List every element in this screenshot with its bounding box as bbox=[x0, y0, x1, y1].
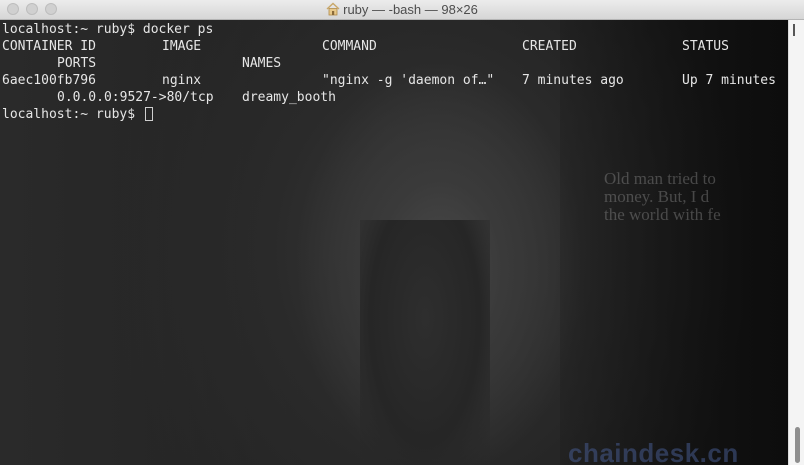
window-title-wrap: ruby — -bash — 98×26 bbox=[0, 1, 804, 18]
header-line: CONTAINER ID IMAGE COMMAND CREATED STATU… bbox=[2, 38, 788, 55]
header-container-id: CONTAINER ID bbox=[2, 39, 96, 54]
background-quote: Old man tried to money. But, I d the wor… bbox=[604, 170, 788, 224]
terminal-window: ruby — -bash — 98×26 Old man tried to mo… bbox=[0, 0, 804, 465]
terminal-content[interactable]: Old man tried to money. But, I d the wor… bbox=[0, 20, 788, 465]
row-command: "nginx -g 'daemon of…" bbox=[322, 73, 495, 88]
table-row-wrapped: 0.0.0.0:9527->80/tcp dreamy_booth bbox=[2, 89, 788, 106]
window-title: ruby — -bash — 98×26 bbox=[343, 2, 478, 17]
text-cursor bbox=[144, 107, 153, 121]
row-image: nginx bbox=[162, 73, 202, 88]
prompt-text: localhost:~ ruby$ bbox=[2, 107, 143, 122]
header-line-wrapped: PORTS NAMES bbox=[2, 55, 788, 72]
header-names: NAMES bbox=[242, 56, 282, 71]
quote-line: Old man tried to bbox=[604, 169, 716, 188]
row-container-id: 6aec100fb796 bbox=[2, 73, 96, 88]
prompt-line-current[interactable]: localhost:~ ruby$ bbox=[2, 106, 153, 123]
header-command: COMMAND bbox=[322, 39, 377, 54]
row-created: 7 minutes ago bbox=[522, 73, 624, 88]
scrollbar[interactable] bbox=[788, 20, 804, 465]
table-row: 6aec100fb796 nginx "nginx -g 'daemon of…… bbox=[2, 72, 788, 89]
row-status: Up 7 minutes bbox=[682, 73, 776, 88]
quote-line: money. But, I d bbox=[604, 187, 710, 206]
quote-line: the world with fe bbox=[604, 205, 721, 224]
scroll-thumb[interactable] bbox=[795, 427, 800, 463]
header-created: CREATED bbox=[522, 39, 577, 54]
background-figure bbox=[360, 220, 490, 465]
title-bar: ruby — -bash — 98×26 bbox=[0, 0, 804, 20]
row-ports: 0.0.0.0:9527->80/tcp bbox=[57, 90, 214, 105]
prompt-line: localhost:~ ruby$ docker ps bbox=[2, 22, 214, 37]
header-status: STATUS bbox=[682, 39, 729, 54]
home-icon bbox=[326, 2, 340, 16]
header-image: IMAGE bbox=[162, 39, 202, 54]
row-names: dreamy_booth bbox=[242, 90, 336, 105]
scroll-indicator bbox=[793, 24, 795, 36]
brand-watermark: chaindesk.cn bbox=[568, 438, 739, 465]
header-ports: PORTS bbox=[57, 56, 97, 71]
